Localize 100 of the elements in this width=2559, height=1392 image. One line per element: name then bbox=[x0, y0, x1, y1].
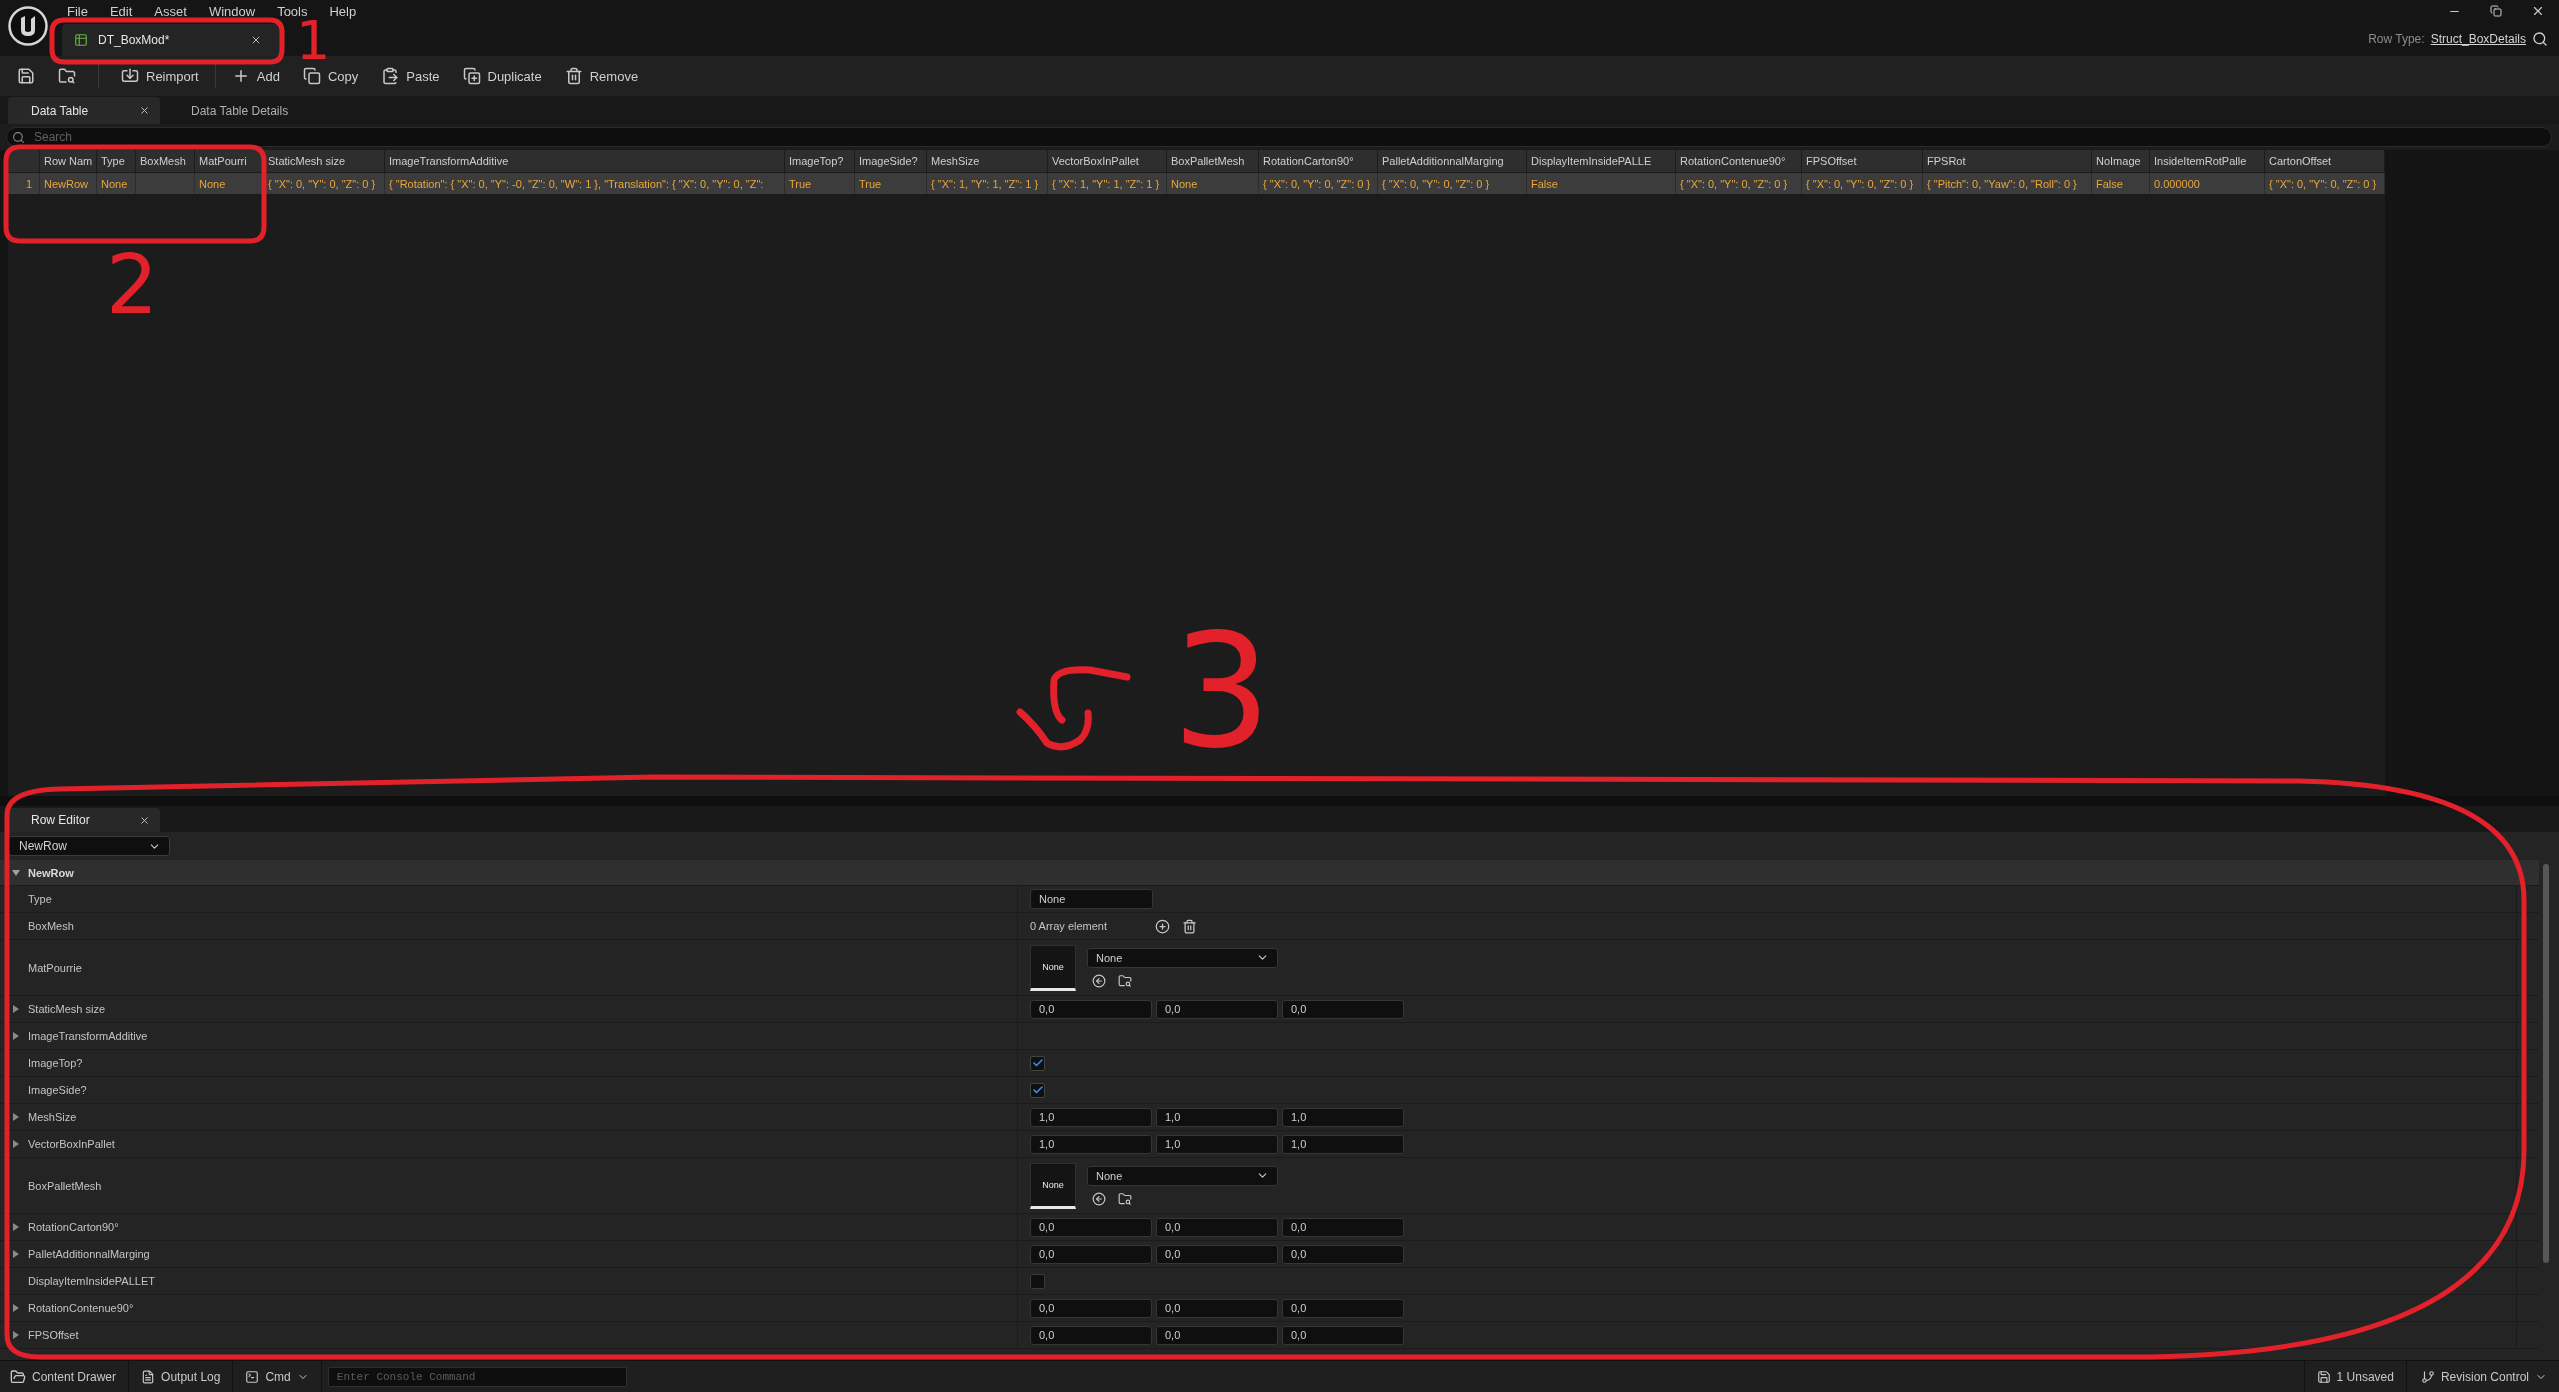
column-header[interactable]: MatPourri bbox=[195, 150, 264, 172]
output-log-button[interactable]: Output Log bbox=[129, 1361, 234, 1392]
folder-search-icon[interactable] bbox=[58, 67, 76, 85]
row-dropdown[interactable]: NewRow bbox=[8, 836, 170, 856]
text-field[interactable]: None bbox=[1030, 889, 1153, 909]
triangle-right-icon[interactable] bbox=[13, 1304, 19, 1312]
number-field[interactable]: 0,0 bbox=[1156, 1217, 1278, 1237]
menu-item[interactable]: Window bbox=[208, 1, 256, 21]
column-header[interactable]: Row Nam bbox=[40, 150, 97, 172]
asset-dropdown[interactable]: None bbox=[1087, 1165, 1278, 1186]
menu-item[interactable]: Tools bbox=[277, 1, 308, 21]
triangle-right-icon[interactable] bbox=[13, 1223, 19, 1231]
plus-circle-icon[interactable] bbox=[1155, 918, 1171, 934]
search-icon[interactable] bbox=[2532, 31, 2548, 47]
add-button[interactable]: Add bbox=[224, 63, 287, 89]
duplicate-button[interactable]: Duplicate bbox=[455, 63, 549, 89]
menu-item[interactable]: Edit bbox=[109, 1, 133, 21]
column-header[interactable]: CartonOffset bbox=[2265, 150, 2385, 172]
checkbox[interactable] bbox=[1030, 1082, 1045, 1098]
column-header[interactable]: NoImage bbox=[2092, 150, 2150, 172]
number-field[interactable]: 0,0 bbox=[1282, 1325, 1404, 1345]
column-header[interactable]: ImageSide? bbox=[855, 150, 927, 172]
column-header[interactable]: BoxMesh bbox=[136, 150, 195, 172]
paste-button[interactable]: Paste bbox=[374, 63, 447, 89]
triangle-right-icon[interactable] bbox=[13, 1331, 19, 1339]
panel-tab[interactable]: Row Editor bbox=[8, 808, 160, 832]
search-field[interactable]: Search bbox=[6, 127, 2552, 147]
number-field[interactable]: 0,0 bbox=[1030, 999, 1152, 1019]
triangle-right-icon[interactable] bbox=[13, 1032, 19, 1040]
number-field[interactable]: 1,0 bbox=[1156, 1134, 1278, 1154]
close-icon[interactable] bbox=[139, 105, 150, 116]
revision-control-button[interactable]: Revision Control bbox=[2405, 1361, 2559, 1392]
column-header[interactable]: RotationCarton90° bbox=[1259, 150, 1378, 172]
document-tab[interactable]: DT_BoxMod* bbox=[62, 24, 280, 56]
copy-button[interactable]: Copy bbox=[295, 63, 366, 89]
number-field[interactable]: 0,0 bbox=[1030, 1298, 1152, 1318]
console-input[interactable]: Enter Console Command bbox=[327, 1366, 627, 1387]
remove-button[interactable]: Remove bbox=[557, 63, 646, 89]
panel-tab[interactable]: Data Table Details bbox=[168, 97, 320, 124]
column-header[interactable]: InsideItemRotPalle bbox=[2150, 150, 2265, 172]
number-field[interactable]: 1,0 bbox=[1030, 1134, 1152, 1154]
triangle-right-icon[interactable] bbox=[13, 1113, 19, 1121]
number-field[interactable]: 0,0 bbox=[1282, 1244, 1404, 1264]
folder-search-icon[interactable] bbox=[1118, 1191, 1132, 1206]
close-icon[interactable] bbox=[139, 814, 150, 826]
unsaved-button[interactable]: 1 Unsaved bbox=[2303, 1361, 2406, 1392]
reimport-button[interactable]: Reimport bbox=[114, 63, 206, 89]
column-header[interactable]: MeshSize bbox=[927, 150, 1048, 172]
arrow-left-circle-icon[interactable] bbox=[1092, 1191, 1106, 1206]
column-header[interactable]: ImageTransformAdditive bbox=[385, 150, 785, 172]
close-icon[interactable] bbox=[250, 34, 262, 46]
number-field[interactable]: 0,0 bbox=[1156, 1244, 1278, 1264]
restore-icon[interactable] bbox=[2490, 5, 2502, 17]
column-header[interactable]: BoxPalletMesh bbox=[1167, 150, 1259, 172]
column-header[interactable]: ImageTop? bbox=[785, 150, 855, 172]
asset-dropdown[interactable]: None bbox=[1087, 947, 1278, 968]
column-header[interactable]: DisplayItemInsidePALLE bbox=[1527, 150, 1676, 172]
column-header[interactable]: FPSRot bbox=[1923, 150, 2092, 172]
save-icon[interactable] bbox=[17, 67, 35, 85]
menu-item[interactable]: File bbox=[67, 1, 88, 21]
number-field[interactable]: 0,0 bbox=[1282, 1217, 1404, 1237]
number-field[interactable]: 0,0 bbox=[1030, 1325, 1152, 1345]
panel-tab[interactable]: Data Table bbox=[8, 97, 160, 124]
column-header[interactable]: Type bbox=[97, 150, 136, 172]
column-header[interactable]: VectorBoxInPallet bbox=[1048, 150, 1167, 172]
checkbox[interactable] bbox=[1030, 1273, 1045, 1289]
number-field[interactable]: 1,0 bbox=[1282, 1134, 1404, 1154]
row-type-link[interactable]: Struct_BoxDetails bbox=[2430, 32, 2526, 46]
asset-thumbnail[interactable]: None bbox=[1030, 1162, 1076, 1209]
trash-icon[interactable] bbox=[1182, 918, 1198, 934]
logo-icon[interactable] bbox=[8, 6, 48, 46]
number-field[interactable]: 0,0 bbox=[1030, 1244, 1152, 1264]
number-field[interactable]: 0,0 bbox=[1156, 1298, 1278, 1318]
column-header[interactable]: StaticMesh size bbox=[264, 150, 385, 172]
triangle-right-icon[interactable] bbox=[13, 1140, 19, 1148]
triangle-right-icon[interactable] bbox=[13, 1005, 19, 1013]
number-field[interactable]: 1,0 bbox=[1030, 1107, 1152, 1127]
arrow-left-circle-icon[interactable] bbox=[1092, 973, 1106, 988]
column-header[interactable]: RotationContenue90° bbox=[1676, 150, 1802, 172]
number-field[interactable]: 1,0 bbox=[1156, 1107, 1278, 1127]
folder-search-icon[interactable] bbox=[1118, 973, 1132, 988]
menu-item[interactable]: Help bbox=[329, 1, 357, 21]
menu-item[interactable]: Asset bbox=[154, 1, 187, 21]
checkbox[interactable] bbox=[1030, 1055, 1045, 1071]
close-icon[interactable] bbox=[2531, 4, 2545, 18]
content-drawer-button[interactable]: Content Drawer bbox=[0, 1361, 130, 1392]
number-field[interactable]: 0,0 bbox=[1282, 1298, 1404, 1318]
number-field[interactable]: 0,0 bbox=[1282, 999, 1404, 1019]
triangle-right-icon[interactable] bbox=[13, 1250, 19, 1258]
scrollbar-thumb[interactable] bbox=[2543, 864, 2549, 1263]
asset-thumbnail[interactable]: None bbox=[1030, 944, 1076, 991]
number-field[interactable]: 1,0 bbox=[1282, 1107, 1404, 1127]
number-field[interactable]: 0,0 bbox=[1030, 1217, 1152, 1237]
number-field[interactable]: 0,0 bbox=[1156, 1325, 1278, 1345]
triangle-down-icon[interactable] bbox=[12, 869, 20, 876]
cmd-button[interactable]: Cmd bbox=[233, 1361, 322, 1392]
column-header[interactable]: FPSOffset bbox=[1802, 150, 1923, 172]
number-field[interactable]: 0,0 bbox=[1156, 999, 1278, 1019]
table-row[interactable] bbox=[8, 173, 2385, 194]
column-header[interactable]: PalletAdditionnalMarging bbox=[1378, 150, 1527, 172]
